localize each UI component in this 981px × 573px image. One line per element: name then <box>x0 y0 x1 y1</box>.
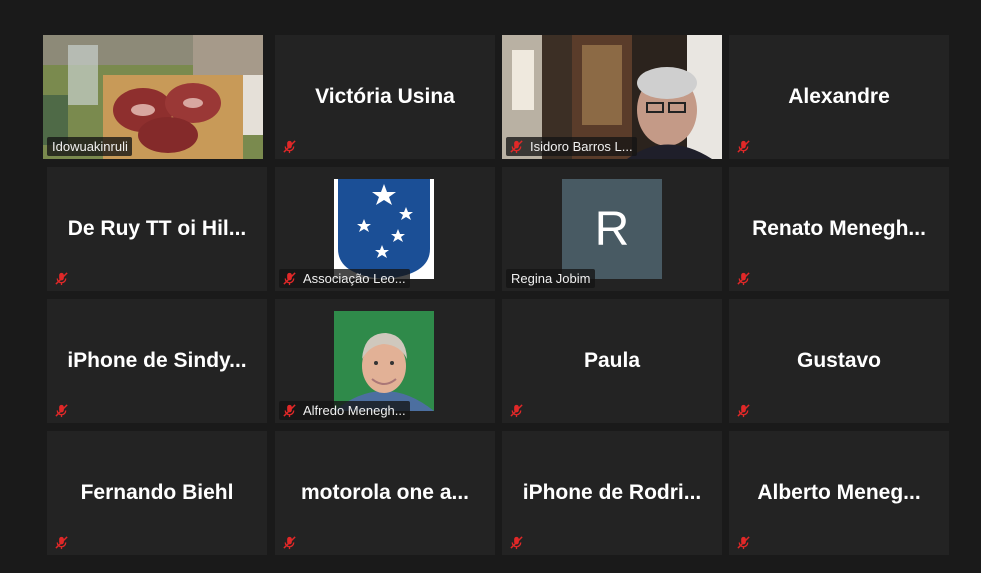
participant-tile-sindy[interactable]: iPhone de Sindy... <box>47 299 267 423</box>
participant-label <box>733 137 761 156</box>
participant-label <box>506 533 534 552</box>
mic-muted-icon <box>53 402 70 419</box>
participant-label <box>733 401 761 420</box>
participant-tile-associacao[interactable]: Associação Leo... <box>275 167 495 291</box>
participant-name: Isidoro Barros L... <box>530 139 633 154</box>
participant-label <box>51 533 79 552</box>
participant-tile-gustavo[interactable]: Gustavo <box>729 299 949 423</box>
participant-label <box>506 401 534 420</box>
participant-name-large: Renato Menegh... <box>752 217 926 240</box>
participant-tile-isidoro[interactable]: Isidoro Barros L... <box>502 35 722 159</box>
participant-name-large: Alexandre <box>788 85 890 108</box>
mic-muted-icon <box>281 534 298 551</box>
mic-muted-icon <box>281 138 298 155</box>
mic-muted-icon <box>53 534 70 551</box>
participant-name-large: De Ruy TT oi Hil... <box>67 217 247 240</box>
participant-name: Idowuakinruli <box>52 139 128 154</box>
participant-tile-motorola[interactable]: motorola one a... <box>275 431 495 555</box>
mic-muted-icon <box>508 402 525 419</box>
participant-tile-regina[interactable]: R Regina Jobim <box>502 167 722 291</box>
participant-tile-renato[interactable]: Renato Menegh... <box>729 167 949 291</box>
participant-label <box>51 401 79 420</box>
participant-tile-paula[interactable]: Paula <box>502 299 722 423</box>
participant-name-large: iPhone de Sindy... <box>67 349 247 372</box>
participant-label <box>279 533 307 552</box>
participant-name-large: Gustavo <box>796 349 882 372</box>
mic-muted-icon <box>281 402 298 419</box>
participant-name: Regina Jobim <box>511 271 591 286</box>
mic-muted-icon <box>735 534 752 551</box>
participant-name-large: motorola one a... <box>300 481 470 504</box>
participant-tile-deruy[interactable]: De Ruy TT oi Hil... <box>47 167 267 291</box>
participant-name-large: Fernando Biehl <box>80 481 234 504</box>
participant-name-large: Victória Usina <box>315 85 455 108</box>
participant-tile-alberto[interactable]: Alberto Meneg... <box>729 431 949 555</box>
participant-tile-alexandre[interactable]: Alexandre <box>729 35 949 159</box>
participant-label <box>733 269 761 288</box>
participant-label <box>733 533 761 552</box>
association-logo <box>334 179 434 279</box>
participant-name-large: iPhone de Rodri... <box>522 481 702 504</box>
mic-muted-icon <box>735 402 752 419</box>
video-feed-alfredo <box>334 311 434 411</box>
mic-muted-icon <box>735 270 752 287</box>
participant-tile-fernando[interactable]: Fernando Biehl <box>47 431 267 555</box>
mic-muted-icon <box>508 138 525 155</box>
participant-label: Associação Leo... <box>279 269 410 288</box>
participant-label: Isidoro Barros L... <box>506 137 637 156</box>
avatar: R <box>562 179 662 279</box>
mic-muted-icon <box>53 270 70 287</box>
participant-name: Alfredo Menegh... <box>303 403 406 418</box>
participant-tile-alfredo[interactable]: Alfredo Menegh... <box>275 299 495 423</box>
mic-muted-icon <box>508 534 525 551</box>
participant-label <box>51 269 79 288</box>
participant-label <box>279 137 307 156</box>
participant-name-large: Paula <box>583 349 641 372</box>
participant-label: Regina Jobim <box>506 269 595 288</box>
participant-name: Associação Leo... <box>303 271 406 286</box>
participant-tile-rodri[interactable]: iPhone de Rodri... <box>502 431 722 555</box>
participant-label: Idowuakinruli <box>47 137 132 156</box>
participant-name-large: Alberto Meneg... <box>757 481 921 504</box>
mic-muted-icon <box>735 138 752 155</box>
mic-muted-icon <box>281 270 298 287</box>
participant-grid: Idowuakinruli Victória Usina Isidoro Bar… <box>0 0 981 573</box>
participant-tile-idowuakinruli[interactable]: Idowuakinruli <box>43 35 263 159</box>
participant-label: Alfredo Menegh... <box>279 401 410 420</box>
participant-tile-victoria[interactable]: Victória Usina <box>275 35 495 159</box>
